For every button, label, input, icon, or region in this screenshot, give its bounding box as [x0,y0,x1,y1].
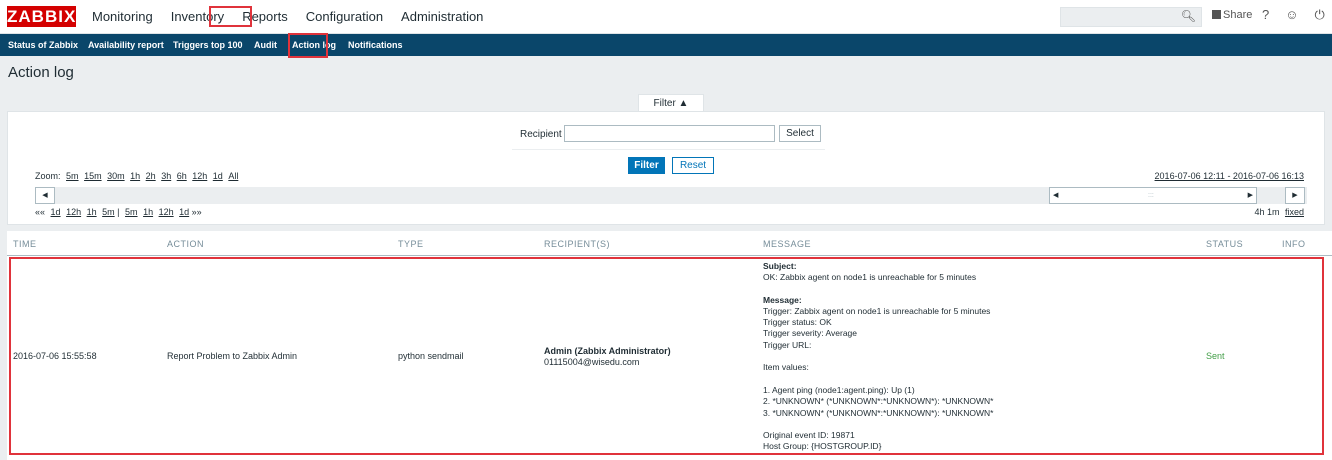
zoom-option[interactable]: 1d [213,171,223,181]
timeline-scroll-thumb[interactable]: ◀ ::: ▶ [1049,187,1257,204]
period-span-value: 4h 1m [1254,207,1280,217]
time-period[interactable]: 2016-07-06 12:11 - 2016-07-06 16:13 [1155,171,1304,181]
fixed-toggle[interactable]: fixed [1285,207,1304,217]
reports-highlight [209,6,252,27]
top-bar: ZABBIX Monitoring Inventory Reports Conf… [0,0,1332,34]
main-menu: Monitoring Inventory Reports Configurati… [83,0,492,33]
recipient-select-button[interactable]: Select [779,125,821,142]
thumb-right-icon[interactable]: ▶ [1248,188,1256,203]
filter-button[interactable]: Filter [628,157,665,174]
timeline-navigation: «« 1d 12h 1h 5m | 5m 1h 12h 1d »» [35,207,202,217]
zoom-option[interactable]: 3h [161,171,171,181]
share-icon [1212,10,1221,19]
menu-configuration[interactable]: Configuration [297,0,392,33]
zoom-option[interactable]: 12h [192,171,207,181]
search-icon[interactable]: 🔍︎ [1181,9,1196,23]
recipient-label: Recipient [520,129,562,140]
nav-forward-option[interactable]: 1h [143,207,153,217]
timeline-scrollbar[interactable]: ◀ ◀ ::: ▶ ▶ [35,187,1307,204]
col-header-type: TYPE [398,239,424,249]
scroll-left-icon[interactable]: ◀ [35,187,55,204]
nav-forward-option[interactable]: 5m [125,207,138,217]
nav-back-option[interactable]: 1h [87,207,97,217]
nav-forward-icon: »» [191,207,202,217]
scroll-right-icon[interactable]: ▶ [1285,187,1305,204]
thumb-left-icon[interactable]: ◀ [1050,188,1058,203]
zoom-option[interactable]: 5m [66,171,79,181]
zoom-option[interactable]: 6h [177,171,187,181]
zoom-label: Zoom: [35,171,61,181]
zoom-option[interactable]: 15m [84,171,102,181]
col-header-recipients: RECIPIENT(S) [544,239,611,249]
nav-back-option[interactable]: 1d [51,207,61,217]
nav-back-option[interactable]: 5m [102,207,115,217]
search-input[interactable]: 🔍︎ [1060,7,1202,27]
zoom-option[interactable]: All [228,171,238,181]
action-log-highlight [288,33,328,58]
col-header-action: ACTION [167,239,205,249]
zoom-option[interactable]: 2h [146,171,156,181]
nav-forward-option[interactable]: 12h [159,207,174,217]
reset-button[interactable]: Reset [672,157,714,174]
period-span: 4h 1m fixed [1254,207,1304,217]
col-header-info: INFO [1282,239,1306,249]
nav-forward-option[interactable]: 1d [179,207,189,217]
nav-separator: | [117,207,120,217]
submenu-triggers-top-100[interactable]: Triggers top 100 [173,34,243,56]
submenu-notifications[interactable]: Notifications [348,34,403,56]
row-highlight [9,257,1324,455]
nav-back-option[interactable]: 12h [66,207,81,217]
thumb-grip-icon: ::: [1148,192,1154,199]
filter-panel: Recipient Select Filter Reset Zoom: 5m 1… [7,111,1325,225]
zoom-option[interactable]: 30m [107,171,125,181]
share-button[interactable]: Share [1212,9,1252,21]
submenu-status-of-zabbix[interactable]: Status of Zabbix [8,34,78,56]
submenu-availability-report[interactable]: Availability report [88,34,164,56]
user-profile-icon[interactable]: ☺ [1285,7,1298,23]
sub-menu-bar: Status of Zabbix Availability report Tri… [0,34,1332,56]
col-header-status: STATUS [1206,239,1244,249]
logout-icon[interactable]: ⏻ [1315,7,1325,23]
zabbix-logo[interactable]: ZABBIX [7,6,76,27]
menu-administration[interactable]: Administration [392,0,492,33]
zoom-option[interactable]: 1h [130,171,140,181]
recipient-input[interactable] [564,125,775,142]
menu-monitoring[interactable]: Monitoring [83,0,162,33]
submenu-audit[interactable]: Audit [254,34,277,56]
filter-divider [512,149,825,150]
col-header-time[interactable]: TIME [13,239,37,249]
header-divider [7,255,1332,256]
zoom-selector: Zoom: 5m 15m 30m 1h 2h 3h 6h 12h 1d All [35,171,238,181]
page-title: Action log [8,64,74,81]
nav-back-icon: «« [35,207,46,217]
help-icon[interactable]: ? [1262,7,1269,23]
col-header-message: MESSAGE [763,239,812,249]
